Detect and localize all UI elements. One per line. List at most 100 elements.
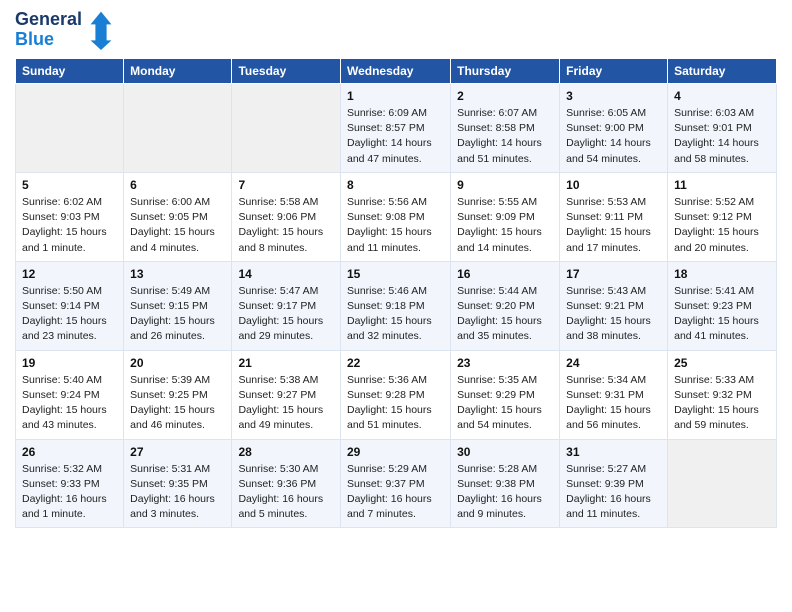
day-info: Sunrise: 5:33 AM Sunset: 9:32 PM Dayligh… <box>674 373 770 434</box>
day-info: Sunrise: 5:55 AM Sunset: 9:09 PM Dayligh… <box>457 195 553 256</box>
day-info: Sunrise: 5:50 AM Sunset: 9:14 PM Dayligh… <box>22 284 117 345</box>
calendar-cell: 2 Sunrise: 6:07 AM Sunset: 8:58 PM Daylig… <box>451 84 560 173</box>
day-info: Sunrise: 5:29 AM Sunset: 9:37 PM Dayligh… <box>347 462 444 523</box>
day-number: 29 <box>347 445 444 459</box>
day-info: Sunrise: 5:31 AM Sunset: 9:35 PM Dayligh… <box>130 462 225 523</box>
calendar-header: SundayMondayTuesdayWednesdayThursdayFrid… <box>16 59 777 84</box>
day-info: Sunrise: 5:49 AM Sunset: 9:15 PM Dayligh… <box>130 284 225 345</box>
col-header-tuesday: Tuesday <box>232 59 341 84</box>
day-number: 14 <box>238 267 334 281</box>
day-number: 24 <box>566 356 661 370</box>
calendar-cell <box>668 439 777 528</box>
calendar-week-3: 12 Sunrise: 5:50 AM Sunset: 9:14 PM Dayli… <box>16 261 777 350</box>
calendar-cell: 18 Sunrise: 5:41 AM Sunset: 9:23 PM Dayli… <box>668 261 777 350</box>
day-info: Sunrise: 5:39 AM Sunset: 9:25 PM Dayligh… <box>130 373 225 434</box>
calendar-cell: 7Sunrise: 5:58 AM Sunset: 9:06 PM Daylig… <box>232 172 341 261</box>
calendar-cell <box>232 84 341 173</box>
calendar-week-5: 26 Sunrise: 5:32 AM Sunset: 9:33 PM Dayli… <box>16 439 777 528</box>
day-info: Sunrise: 5:53 AM Sunset: 9:11 PM Dayligh… <box>566 195 661 256</box>
day-number: 13 <box>130 267 225 281</box>
calendar-week-4: 19 Sunrise: 5:40 AM Sunset: 9:24 PM Dayli… <box>16 350 777 439</box>
day-info: Sunrise: 6:07 AM Sunset: 8:58 PM Dayligh… <box>457 106 553 167</box>
day-number: 2 <box>457 89 553 103</box>
day-number: 23 <box>457 356 553 370</box>
col-header-wednesday: Wednesday <box>340 59 450 84</box>
day-info: Sunrise: 5:35 AM Sunset: 9:29 PM Dayligh… <box>457 373 553 434</box>
calendar-cell: 29 Sunrise: 5:29 AM Sunset: 9:37 PM Dayli… <box>340 439 450 528</box>
calendar-cell: 27 Sunrise: 5:31 AM Sunset: 9:35 PM Dayli… <box>124 439 232 528</box>
day-number: 26 <box>22 445 117 459</box>
col-header-friday: Friday <box>560 59 668 84</box>
day-info: Sunrise: 5:30 AM Sunset: 9:36 PM Dayligh… <box>238 462 334 523</box>
day-info: Sunrise: 5:38 AM Sunset: 9:27 PM Dayligh… <box>238 373 334 434</box>
day-number: 20 <box>130 356 225 370</box>
day-number: 12 <box>22 267 117 281</box>
day-info: Sunrise: 5:34 AM Sunset: 9:31 PM Dayligh… <box>566 373 661 434</box>
calendar-cell: 28 Sunrise: 5:30 AM Sunset: 9:36 PM Dayli… <box>232 439 341 528</box>
col-header-saturday: Saturday <box>668 59 777 84</box>
calendar-cell: 23 Sunrise: 5:35 AM Sunset: 9:29 PM Dayli… <box>451 350 560 439</box>
day-info: Sunrise: 5:46 AM Sunset: 9:18 PM Dayligh… <box>347 284 444 345</box>
calendar-cell: 15 Sunrise: 5:46 AM Sunset: 9:18 PM Dayli… <box>340 261 450 350</box>
col-header-thursday: Thursday <box>451 59 560 84</box>
calendar-cell: 11 Sunrise: 5:52 AM Sunset: 9:12 PM Dayli… <box>668 172 777 261</box>
day-number: 1 <box>347 89 444 103</box>
day-number: 9 <box>457 178 553 192</box>
day-number: 11 <box>674 178 770 192</box>
calendar-cell: 1Sunrise: 6:09 AM Sunset: 8:57 PM Daylig… <box>340 84 450 173</box>
calendar-cell: 16Sunrise: 5:44 AM Sunset: 9:20 PM Dayli… <box>451 261 560 350</box>
day-info: Sunrise: 5:56 AM Sunset: 9:08 PM Dayligh… <box>347 195 444 256</box>
calendar-cell: 22 Sunrise: 5:36 AM Sunset: 9:28 PM Dayli… <box>340 350 450 439</box>
calendar-cell <box>124 84 232 173</box>
calendar-cell: 3 Sunrise: 6:05 AM Sunset: 9:00 PM Daylig… <box>560 84 668 173</box>
day-info: Sunrise: 6:05 AM Sunset: 9:00 PM Dayligh… <box>566 106 661 167</box>
col-header-monday: Monday <box>124 59 232 84</box>
day-number: 8 <box>347 178 444 192</box>
calendar-cell: 13 Sunrise: 5:49 AM Sunset: 9:15 PM Dayli… <box>124 261 232 350</box>
day-number: 30 <box>457 445 553 459</box>
day-number: 22 <box>347 356 444 370</box>
day-info: Sunrise: 6:00 AM Sunset: 9:05 PM Dayligh… <box>130 195 225 256</box>
col-header-sunday: Sunday <box>16 59 124 84</box>
day-number: 19 <box>22 356 117 370</box>
day-number: 16 <box>457 267 553 281</box>
day-number: 28 <box>238 445 334 459</box>
day-info: Sunrise: 5:52 AM Sunset: 9:12 PM Dayligh… <box>674 195 770 256</box>
day-number: 18 <box>674 267 770 281</box>
day-number: 15 <box>347 267 444 281</box>
day-info: Sunrise: 5:40 AM Sunset: 9:24 PM Dayligh… <box>22 373 117 434</box>
day-number: 21 <box>238 356 334 370</box>
day-info: Sunrise: 5:28 AM Sunset: 9:38 PM Dayligh… <box>457 462 553 523</box>
day-info: Sunrise: 5:43 AM Sunset: 9:21 PM Dayligh… <box>566 284 661 345</box>
calendar-cell: 6Sunrise: 6:00 AM Sunset: 9:05 PM Daylig… <box>124 172 232 261</box>
logo: General Blue <box>15 10 116 50</box>
calendar-cell: 20 Sunrise: 5:39 AM Sunset: 9:25 PM Dayli… <box>124 350 232 439</box>
day-info: Sunrise: 5:36 AM Sunset: 9:28 PM Dayligh… <box>347 373 444 434</box>
calendar-week-2: 5Sunrise: 6:02 AM Sunset: 9:03 PM Daylig… <box>16 172 777 261</box>
calendar-cell: 9 Sunrise: 5:55 AM Sunset: 9:09 PM Daylig… <box>451 172 560 261</box>
calendar-cell: 21 Sunrise: 5:38 AM Sunset: 9:27 PM Dayli… <box>232 350 341 439</box>
day-number: 25 <box>674 356 770 370</box>
calendar-cell: 4Sunrise: 6:03 AM Sunset: 9:01 PM Daylig… <box>668 84 777 173</box>
page-header: General Blue <box>15 10 777 50</box>
logo-wordmark: General Blue <box>15 10 82 50</box>
day-info: Sunrise: 6:03 AM Sunset: 9:01 PM Dayligh… <box>674 106 770 167</box>
calendar-cell: 31Sunrise: 5:27 AM Sunset: 9:39 PM Dayli… <box>560 439 668 528</box>
day-number: 27 <box>130 445 225 459</box>
calendar-cell: 10 Sunrise: 5:53 AM Sunset: 9:11 PM Dayli… <box>560 172 668 261</box>
day-info: Sunrise: 5:47 AM Sunset: 9:17 PM Dayligh… <box>238 284 334 345</box>
day-info: Sunrise: 5:32 AM Sunset: 9:33 PM Dayligh… <box>22 462 117 523</box>
day-number: 10 <box>566 178 661 192</box>
calendar-cell: 25 Sunrise: 5:33 AM Sunset: 9:32 PM Dayli… <box>668 350 777 439</box>
calendar-cell: 19 Sunrise: 5:40 AM Sunset: 9:24 PM Dayli… <box>16 350 124 439</box>
day-info: Sunrise: 5:41 AM Sunset: 9:23 PM Dayligh… <box>674 284 770 345</box>
calendar-cell <box>16 84 124 173</box>
day-number: 3 <box>566 89 661 103</box>
calendar-week-1: 1Sunrise: 6:09 AM Sunset: 8:57 PM Daylig… <box>16 84 777 173</box>
calendar-cell: 24 Sunrise: 5:34 AM Sunset: 9:31 PM Dayli… <box>560 350 668 439</box>
day-info: Sunrise: 5:58 AM Sunset: 9:06 PM Dayligh… <box>238 195 334 256</box>
calendar-cell: 8 Sunrise: 5:56 AM Sunset: 9:08 PM Daylig… <box>340 172 450 261</box>
calendar-cell: 17Sunrise: 5:43 AM Sunset: 9:21 PM Dayli… <box>560 261 668 350</box>
calendar-cell: 12 Sunrise: 5:50 AM Sunset: 9:14 PM Dayli… <box>16 261 124 350</box>
day-number: 5 <box>22 178 117 192</box>
